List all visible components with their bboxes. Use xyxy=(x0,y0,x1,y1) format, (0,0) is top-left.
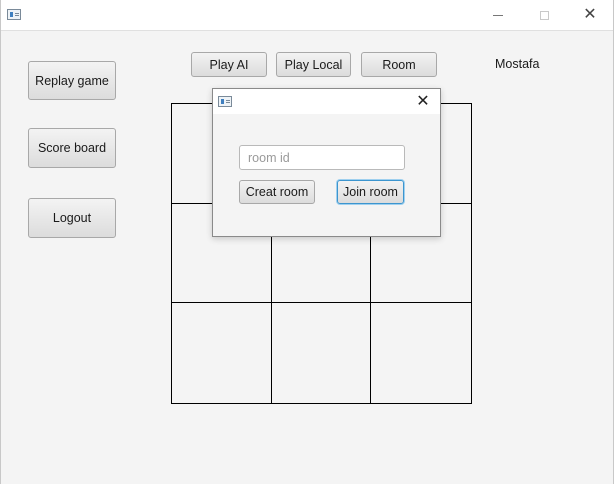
minimize-button[interactable] xyxy=(475,0,521,30)
window-titlebar: ✕ xyxy=(1,0,613,31)
main-window: ✕ Replay game Score board Logout Play AI… xyxy=(0,0,614,484)
score-board-button[interactable]: Score board xyxy=(28,128,116,168)
maximize-icon xyxy=(539,10,549,20)
dialog-titlebar: ✕ xyxy=(213,89,440,114)
play-ai-button[interactable]: Play AI xyxy=(191,52,267,77)
dialog-close-button[interactable]: ✕ xyxy=(412,90,434,112)
minimize-icon xyxy=(493,15,503,16)
close-window-button[interactable]: ✕ xyxy=(567,0,613,30)
maximize-button[interactable] xyxy=(521,0,567,30)
board-cell[interactable] xyxy=(371,303,471,403)
app-window-icon xyxy=(7,9,21,20)
join-room-button[interactable]: Join room xyxy=(337,180,404,204)
room-id-input[interactable] xyxy=(239,145,405,170)
create-room-button[interactable]: Creat room xyxy=(239,180,315,204)
username-label: Mostafa xyxy=(495,57,540,71)
room-dialog: ✕ Creat room Join room xyxy=(212,88,441,237)
board-cell[interactable] xyxy=(272,303,372,403)
room-button[interactable]: Room xyxy=(361,52,437,77)
close-icon: ✕ xyxy=(416,93,430,110)
logout-button[interactable]: Logout xyxy=(28,198,116,238)
app-window-icon xyxy=(218,96,232,107)
play-local-button[interactable]: Play Local xyxy=(276,52,351,77)
board-cell[interactable] xyxy=(172,303,272,403)
replay-game-button[interactable]: Replay game xyxy=(28,61,116,100)
close-icon: ✕ xyxy=(583,6,597,23)
